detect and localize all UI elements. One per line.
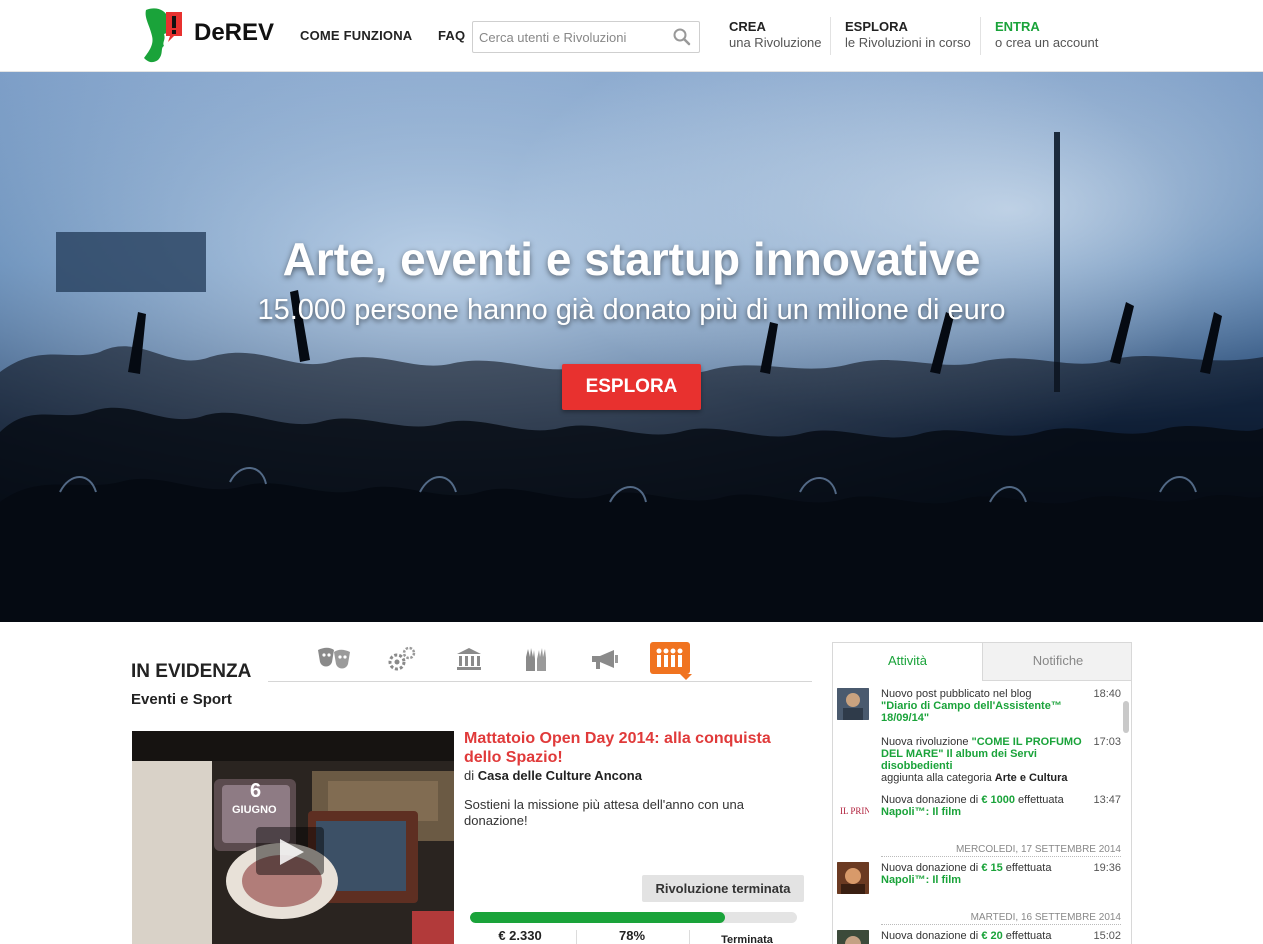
feed-time: 13:47 xyxy=(1093,794,1121,806)
video-date-number: 6 xyxy=(250,780,261,802)
nav-crea-sub: una Rivoluzione xyxy=(729,35,822,50)
stat-time: Terminata xyxy=(721,934,773,944)
activity-panel: Attività Notifiche Nuovo post pubblicato… xyxy=(832,642,1132,944)
avatar[interactable] xyxy=(837,688,869,720)
hero-esplora-button[interactable]: ESPLORA xyxy=(562,364,701,410)
featured-category: Eventi e Sport xyxy=(131,691,232,708)
funding-progress-fill xyxy=(470,912,726,923)
svg-text:IL PRINCIPE: IL PRINCIPE xyxy=(840,806,869,816)
nav-come-funziona[interactable]: COME FUNZIONA xyxy=(300,28,412,43)
raised-hands-icon[interactable] xyxy=(516,642,556,676)
tab-notifiche[interactable]: Notifiche xyxy=(983,643,1131,681)
derev-logo[interactable]: DeREV xyxy=(142,4,278,66)
feed-link[interactable]: "Diario di Campo dell'Assistente™ 18/09/… xyxy=(881,700,1062,724)
feed-text: aggiunta alla categoria xyxy=(881,772,992,784)
nav-entra-sub: o crea un account xyxy=(995,35,1099,50)
search-box xyxy=(472,21,700,53)
search-icon[interactable] xyxy=(673,28,691,51)
funding-progress-bar xyxy=(470,912,797,923)
site-header: DeREV COME FUNZIONA FAQ CREA una Rivoluz… xyxy=(0,0,1263,72)
nav-crea-title: CREA xyxy=(729,19,766,34)
feed-text: effettuata xyxy=(1005,862,1052,874)
nav-esplora-title: ESPLORA xyxy=(845,19,908,34)
project-video[interactable]: 6 GIUGNO xyxy=(132,731,454,944)
project-by-prefix: di xyxy=(464,768,475,783)
nav-crea[interactable]: CREA una Rivoluzione xyxy=(729,19,822,55)
feed-text: Nuova rivoluzione xyxy=(881,736,969,748)
feed-time: 17:03 xyxy=(1093,736,1121,748)
project-author[interactable]: Casa delle Culture Ancona xyxy=(478,768,642,783)
search-input[interactable] xyxy=(473,22,663,52)
stat-raised: € 2.330 xyxy=(498,928,542,943)
avatar[interactable] xyxy=(837,862,869,894)
theater-masks-icon[interactable] xyxy=(314,642,354,676)
project-title[interactable]: Mattatoio Open Day 2014: alla conquista … xyxy=(464,729,804,767)
gears-icon[interactable] xyxy=(382,642,422,676)
featured-title: IN EVIDENZA xyxy=(131,661,252,682)
feed-amount: € 15 xyxy=(981,862,1003,874)
stat-percent: 78% xyxy=(618,928,646,943)
feed-text: effettuata xyxy=(1005,930,1052,942)
status-button[interactable]: Rivoluzione terminata xyxy=(642,875,804,902)
video-date-month: GIUGNO xyxy=(232,804,277,816)
logo-wordmark: DeREV xyxy=(194,19,274,46)
nav-divider xyxy=(980,17,981,55)
hero-banner: Arte, eventi e startup innovative 15.000… xyxy=(0,72,1263,622)
feed-text: Nuova donazione di xyxy=(881,862,979,874)
feed-category[interactable]: Arte e Cultura xyxy=(995,772,1068,784)
feed-scrollbar[interactable] xyxy=(1123,701,1129,733)
feed-link[interactable]: Napoli™: Il film xyxy=(881,874,961,886)
nav-esplora[interactable]: ESPLORA le Rivoluzioni in corso xyxy=(845,19,971,55)
feed-text: Nuova donazione di xyxy=(881,794,979,806)
nav-faq[interactable]: FAQ xyxy=(438,28,465,43)
stat-divider xyxy=(689,930,690,944)
feed-time: 18:40 xyxy=(1093,688,1121,700)
project-author-line: di Casa delle Culture Ancona xyxy=(464,768,642,783)
feed-amount: € 20 xyxy=(981,930,1003,942)
tab-attivita[interactable]: Attività xyxy=(833,643,983,681)
hero-title: Arte, eventi e startup innovative xyxy=(282,233,981,285)
feed-link[interactable]: Napoli™: Il film xyxy=(881,806,961,818)
nav-entra-title: ENTRA xyxy=(995,19,1040,34)
people-group-icon[interactable] xyxy=(650,642,690,674)
nav-divider xyxy=(830,17,831,55)
active-category-pointer xyxy=(680,674,692,680)
project-description: Sostieni la missione più attesa dell'ann… xyxy=(464,797,744,828)
feed-text: Nuovo post pubblicato nel blog xyxy=(881,688,1032,700)
category-underline xyxy=(268,681,812,682)
video-thumbnail: 6 GIUGNO xyxy=(132,731,454,944)
feed-amount: € 1000 xyxy=(981,794,1015,806)
nav-esplora-sub: le Rivoluzioni in corso xyxy=(845,35,971,50)
nav-entra[interactable]: ENTRA o crea un account xyxy=(995,19,1098,55)
museum-icon[interactable] xyxy=(449,642,489,676)
megaphone-icon[interactable] xyxy=(584,642,624,676)
avatar[interactable]: IL PRINCIPE xyxy=(837,794,869,826)
date-separator: MERCOLEDI, 17 SETTEMBRE 2014 xyxy=(881,844,1121,857)
hero-subtitle: 15.000 persone hanno già donato più di u… xyxy=(257,294,1006,326)
feed-text: effettuata xyxy=(1018,794,1064,806)
avatar[interactable] xyxy=(837,930,869,944)
concert-crowd-image xyxy=(0,72,1263,622)
date-separator: MARTEDI, 16 SETTEMBRE 2014 xyxy=(881,912,1121,925)
feed-text: Nuova donazione di xyxy=(881,930,979,942)
feed-time: 15:02 xyxy=(1093,930,1121,942)
stat-divider xyxy=(576,930,577,944)
feed-time: 19:36 xyxy=(1093,862,1121,874)
